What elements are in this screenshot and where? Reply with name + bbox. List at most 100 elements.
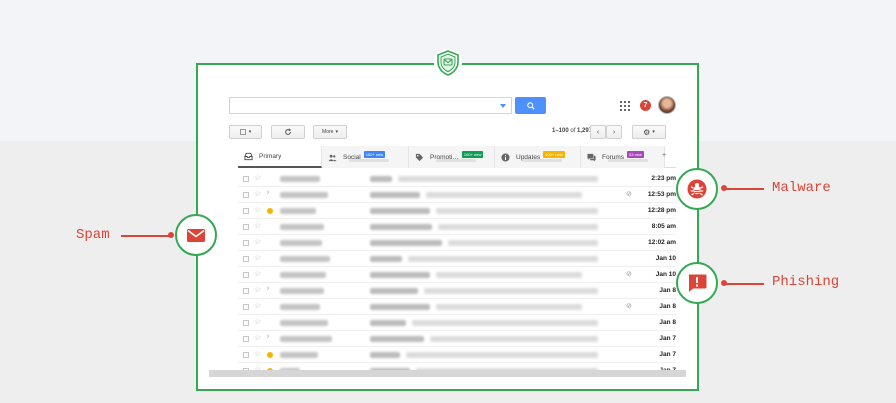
star-icon[interactable]: ☆ bbox=[254, 253, 261, 262]
importance-marker-icon[interactable]: › bbox=[267, 190, 273, 196]
phishing-connector bbox=[724, 283, 764, 285]
importance-marker-icon[interactable]: › bbox=[267, 334, 273, 340]
pager-count: 1–100 of 1,297 bbox=[552, 128, 592, 134]
row-checkbox[interactable] bbox=[243, 336, 249, 342]
apps-grid-icon[interactable] bbox=[620, 101, 630, 111]
email-date: 12:28 pm bbox=[647, 207, 676, 214]
search-input[interactable] bbox=[229, 97, 512, 114]
row-checkbox[interactable] bbox=[243, 240, 249, 246]
email-snippet bbox=[448, 240, 598, 246]
search-icon bbox=[526, 101, 535, 110]
star-icon[interactable]: ☆ bbox=[254, 269, 261, 278]
star-icon[interactable]: ☆ bbox=[254, 333, 261, 342]
sender-name bbox=[280, 224, 324, 230]
row-checkbox[interactable] bbox=[243, 352, 249, 358]
row-checkbox[interactable] bbox=[243, 272, 249, 278]
email-date: Jan 8 bbox=[659, 319, 676, 326]
email-date: Jan 7 bbox=[659, 351, 676, 358]
table-row[interactable]: ☆ 12:02 am bbox=[238, 235, 676, 251]
add-tab-icon[interactable]: + bbox=[662, 152, 666, 159]
sender-name bbox=[280, 352, 318, 358]
star-icon[interactable]: ☆ bbox=[254, 349, 261, 358]
importance-marker-icon[interactable]: › bbox=[267, 286, 273, 292]
email-date: 2:23 pm bbox=[651, 175, 676, 182]
tag-icon bbox=[415, 153, 424, 161]
row-checkbox[interactable] bbox=[243, 192, 249, 198]
star-icon[interactable]: ☆ bbox=[254, 221, 261, 230]
search-options-caret-icon[interactable] bbox=[500, 104, 506, 108]
email-snippet bbox=[408, 256, 598, 262]
table-row[interactable]: ☆ Jan 7 bbox=[238, 347, 676, 363]
star-icon[interactable]: ☆ bbox=[254, 301, 261, 310]
tab-primary[interactable]: Primary bbox=[238, 146, 322, 168]
row-checkbox[interactable] bbox=[243, 208, 249, 214]
importance-marker-icon[interactable] bbox=[267, 352, 273, 358]
pager-range: 1–100 bbox=[552, 128, 569, 134]
tab-promotions[interactable]: Promoti… 100+ new bbox=[409, 146, 495, 168]
new-count-badge: 100+ new bbox=[363, 150, 386, 158]
chevron-down-icon: ▾ bbox=[652, 129, 655, 135]
tab-social[interactable]: Social 100+ new bbox=[322, 146, 409, 168]
newer-page-button[interactable]: ‹ bbox=[590, 125, 606, 139]
email-snippet bbox=[398, 176, 598, 182]
table-row[interactable]: ☆ › ⊘ 12:53 pm bbox=[238, 187, 676, 203]
notification-badge[interactable]: 7 bbox=[640, 100, 651, 111]
settings-button[interactable]: ⚙ ▾ bbox=[632, 125, 666, 139]
row-checkbox[interactable] bbox=[243, 304, 249, 310]
row-checkbox[interactable] bbox=[243, 176, 249, 182]
email-date: Jan 10 bbox=[655, 255, 676, 262]
star-icon[interactable]: ☆ bbox=[254, 285, 261, 294]
table-row[interactable]: ☆ 8:05 am bbox=[238, 219, 676, 235]
info-icon bbox=[501, 152, 510, 162]
table-row[interactable]: ☆ Jan 10 bbox=[238, 251, 676, 267]
email-date: 8:05 am bbox=[651, 223, 676, 230]
new-count-badge: 53 new bbox=[627, 150, 644, 158]
older-page-button[interactable]: › bbox=[606, 125, 622, 139]
new-count-badge: 100+ new bbox=[461, 150, 484, 158]
bug-icon bbox=[687, 179, 707, 199]
email-snippet bbox=[406, 352, 598, 358]
spam-connector-dot bbox=[168, 232, 174, 238]
email-date: Jan 8 bbox=[659, 303, 676, 310]
row-checkbox[interactable] bbox=[243, 320, 249, 326]
phishing-callout bbox=[676, 262, 718, 304]
email-snippet bbox=[430, 336, 598, 342]
star-icon[interactable]: ☆ bbox=[254, 173, 261, 182]
email-snippet bbox=[412, 320, 598, 326]
category-tabs: Primary Social 100+ new Promoti… 100+ ne… bbox=[238, 146, 676, 168]
table-row[interactable]: ☆ ⊘ Jan 8 bbox=[238, 299, 676, 315]
table-row[interactable]: ☆ ⊘ Jan 10 bbox=[238, 267, 676, 283]
table-row[interactable]: ☆ 12:28 pm bbox=[238, 203, 676, 219]
more-button[interactable]: More ▾ bbox=[313, 125, 347, 139]
email-subject bbox=[370, 208, 430, 214]
tab-updates[interactable]: Updates 100+ new bbox=[495, 146, 581, 168]
star-icon[interactable]: ☆ bbox=[254, 205, 261, 214]
table-row[interactable]: ☆ › Jan 7 bbox=[238, 331, 676, 347]
row-checkbox[interactable] bbox=[243, 288, 249, 294]
email-date: 12:02 am bbox=[648, 239, 676, 246]
select-checkbox-button[interactable]: ▾ bbox=[229, 125, 262, 139]
search-button[interactable] bbox=[515, 97, 546, 114]
attachment-icon: ⊘ bbox=[626, 271, 632, 278]
mail-icon bbox=[187, 228, 205, 242]
row-checkbox[interactable] bbox=[243, 256, 249, 262]
refresh-button[interactable] bbox=[271, 125, 305, 139]
sender-name bbox=[280, 176, 320, 182]
sender-name bbox=[280, 192, 328, 198]
star-icon[interactable]: ☆ bbox=[254, 189, 261, 198]
importance-marker-icon[interactable] bbox=[267, 208, 273, 214]
table-row[interactable]: ☆ Jan 8 bbox=[238, 315, 676, 331]
star-icon[interactable]: ☆ bbox=[254, 317, 261, 326]
avatar[interactable] bbox=[658, 96, 676, 114]
row-checkbox[interactable] bbox=[243, 224, 249, 230]
sender-name bbox=[280, 336, 332, 342]
window-scrollbar[interactable] bbox=[209, 370, 686, 377]
tab-forums[interactable]: Forums 53 new bbox=[581, 146, 665, 168]
star-icon[interactable]: ☆ bbox=[254, 237, 261, 246]
table-row[interactable]: ☆ 2:23 pm bbox=[238, 171, 676, 187]
sender-name bbox=[280, 320, 328, 326]
new-count-badge: 100+ new bbox=[543, 150, 565, 158]
table-row[interactable]: ☆ › Jan 8 bbox=[238, 283, 676, 299]
malware-callout bbox=[676, 168, 718, 210]
sender-name bbox=[280, 272, 326, 278]
